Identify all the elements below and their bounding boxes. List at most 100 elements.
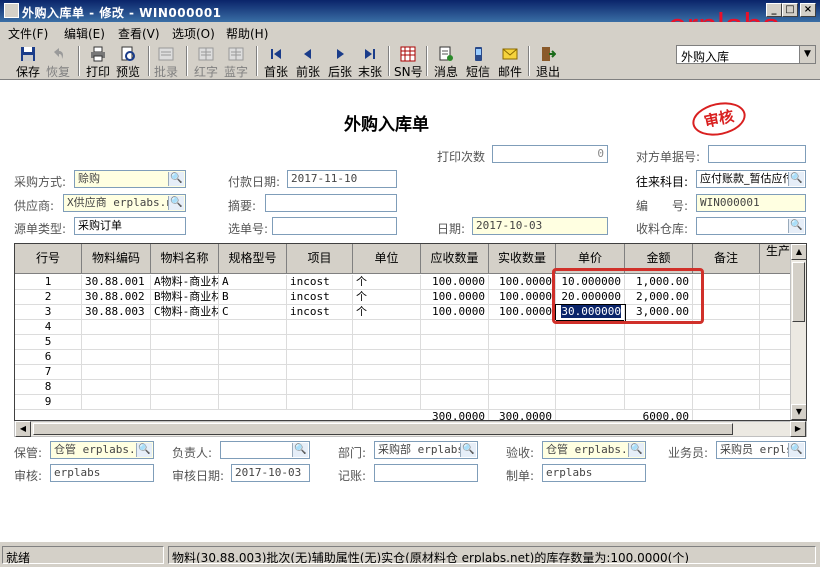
- supplier-field[interactable]: X供应商 erplabs.n 🔍: [63, 194, 186, 212]
- cell-qty-recv[interactable]: [489, 395, 556, 410]
- cell-spec[interactable]: [219, 380, 287, 395]
- cell-prod[interactable]: [760, 365, 792, 380]
- cell-item[interactable]: incost: [287, 275, 353, 290]
- message-button[interactable]: 消息: [432, 44, 460, 79]
- cell-code[interactable]: 30.88.002: [82, 290, 151, 305]
- scroll-down-icon[interactable]: ▼: [791, 404, 806, 420]
- cell-qty-recv[interactable]: [489, 335, 556, 350]
- cell-spec[interactable]: A: [219, 275, 287, 290]
- cell-qty-due[interactable]: 100.0000: [421, 290, 489, 305]
- cell-prod[interactable]: [760, 350, 792, 365]
- cell-prod[interactable]: [760, 320, 792, 335]
- cell-remark[interactable]: [693, 335, 760, 350]
- cell-remark[interactable]: [693, 365, 760, 380]
- table-row[interactable]: 9: [15, 395, 792, 410]
- cell-code[interactable]: [82, 365, 151, 380]
- cell-item[interactable]: [287, 350, 353, 365]
- cell-remark[interactable]: [693, 350, 760, 365]
- col-header-spec[interactable]: 规格型号: [219, 244, 287, 274]
- cell-code[interactable]: [82, 380, 151, 395]
- cell-no[interactable]: 3: [15, 305, 82, 320]
- col-header-project[interactable]: 项目: [287, 244, 353, 274]
- red-invoice-button[interactable]: 红字: [192, 44, 220, 79]
- cell-item[interactable]: [287, 365, 353, 380]
- cell-prod[interactable]: [760, 395, 792, 410]
- cell-spec[interactable]: [219, 335, 287, 350]
- source-type-field[interactable]: 采购订单: [74, 217, 186, 235]
- cell-qty-due[interactable]: [421, 335, 489, 350]
- summary-field[interactable]: [265, 194, 397, 212]
- scroll-up-icon[interactable]: ▲: [791, 244, 806, 260]
- cell-qty-recv[interactable]: 100.0000: [489, 305, 556, 320]
- cell-unit[interactable]: [353, 365, 421, 380]
- cell-remark[interactable]: [693, 395, 760, 410]
- cell-price[interactable]: [556, 350, 625, 365]
- cell-name[interactable]: A物料-商业材: [151, 275, 219, 290]
- col-header-unit[interactable]: 单位: [353, 244, 421, 274]
- dept-field[interactable]: 采购部 erplabs 🔍: [374, 441, 478, 459]
- blue-invoice-button[interactable]: 蓝字: [222, 44, 250, 79]
- cell-spec[interactable]: [219, 320, 287, 335]
- cell-no[interactable]: 2: [15, 290, 82, 305]
- sms-button[interactable]: 短信: [464, 44, 492, 79]
- cell-amount[interactable]: [625, 350, 693, 365]
- cell-qty-due[interactable]: 100.0000: [421, 305, 489, 320]
- lookup-icon[interactable]: 🔍: [168, 196, 184, 210]
- cell-prod[interactable]: [760, 275, 792, 290]
- save-button[interactable]: 保存: [14, 44, 42, 79]
- maker-field[interactable]: erplabs: [542, 464, 646, 482]
- cell-qty-recv[interactable]: [489, 350, 556, 365]
- cell-qty-recv[interactable]: [489, 365, 556, 380]
- cell-qty-due[interactable]: [421, 320, 489, 335]
- menu-view[interactable]: 查看(V): [118, 25, 160, 42]
- mail-button[interactable]: 邮件: [496, 44, 524, 79]
- purchase-mode-field[interactable]: 赊购 🔍: [74, 170, 186, 188]
- maximize-button[interactable]: □: [782, 3, 798, 17]
- table-row[interactable]: 6: [15, 350, 792, 365]
- lookup-icon[interactable]: 🔍: [788, 219, 804, 233]
- lookup-icon[interactable]: 🔍: [168, 172, 184, 186]
- cell-prod[interactable]: [760, 380, 792, 395]
- col-header-item-name[interactable]: 物料名称: [151, 244, 219, 274]
- table-row[interactable]: 8: [15, 380, 792, 395]
- cell-prod[interactable]: [760, 305, 792, 320]
- cell-qty-recv[interactable]: 100.0000: [489, 290, 556, 305]
- lookup-icon[interactable]: 🔍: [292, 443, 308, 457]
- cell-item[interactable]: incost: [287, 290, 353, 305]
- cell-name[interactable]: [151, 350, 219, 365]
- cell-spec[interactable]: [219, 350, 287, 365]
- scroll-right-icon[interactable]: ▶: [790, 421, 806, 437]
- cell-price[interactable]: [556, 395, 625, 410]
- lookup-icon[interactable]: 🔍: [136, 443, 152, 457]
- cell-no[interactable]: 6: [15, 350, 82, 365]
- inspect-field[interactable]: 仓管 erplabs.n 🔍: [542, 441, 646, 459]
- cell-amount[interactable]: [625, 365, 693, 380]
- cell-spec[interactable]: [219, 365, 287, 380]
- table-row[interactable]: 7: [15, 365, 792, 380]
- cell-price[interactable]: [556, 365, 625, 380]
- last-record-button[interactable]: 末张: [356, 44, 384, 79]
- warehouse-field[interactable]: 🔍: [696, 217, 806, 235]
- cell-qty-recv[interactable]: [489, 380, 556, 395]
- serial-number-button[interactable]: SN号: [394, 44, 423, 79]
- cell-qty-due[interactable]: 100.0000: [421, 275, 489, 290]
- cell-unit[interactable]: 个: [353, 275, 421, 290]
- col-header-line-no[interactable]: 行号: [15, 244, 82, 274]
- batch-entry-button[interactable]: 批录: [152, 44, 180, 79]
- cell-name[interactable]: [151, 380, 219, 395]
- lookup-icon[interactable]: 🔍: [628, 443, 644, 457]
- chevron-down-icon[interactable]: ▼: [799, 46, 815, 63]
- cell-code[interactable]: [82, 395, 151, 410]
- lookup-icon[interactable]: 🔍: [788, 443, 804, 457]
- keeper-field[interactable]: 仓管 erplabs.n 🔍: [50, 441, 154, 459]
- col-header-qty-received[interactable]: 实收数量: [489, 244, 556, 274]
- cell-name[interactable]: [151, 335, 219, 350]
- bookkeeper-field[interactable]: [374, 464, 478, 482]
- cell-code[interactable]: 30.88.003: [82, 305, 151, 320]
- cell-name[interactable]: [151, 395, 219, 410]
- cell-unit[interactable]: [353, 380, 421, 395]
- undo-button[interactable]: 恢复: [44, 44, 72, 79]
- table-row[interactable]: 5: [15, 335, 792, 350]
- cell-no[interactable]: 9: [15, 395, 82, 410]
- cell-unit[interactable]: [353, 335, 421, 350]
